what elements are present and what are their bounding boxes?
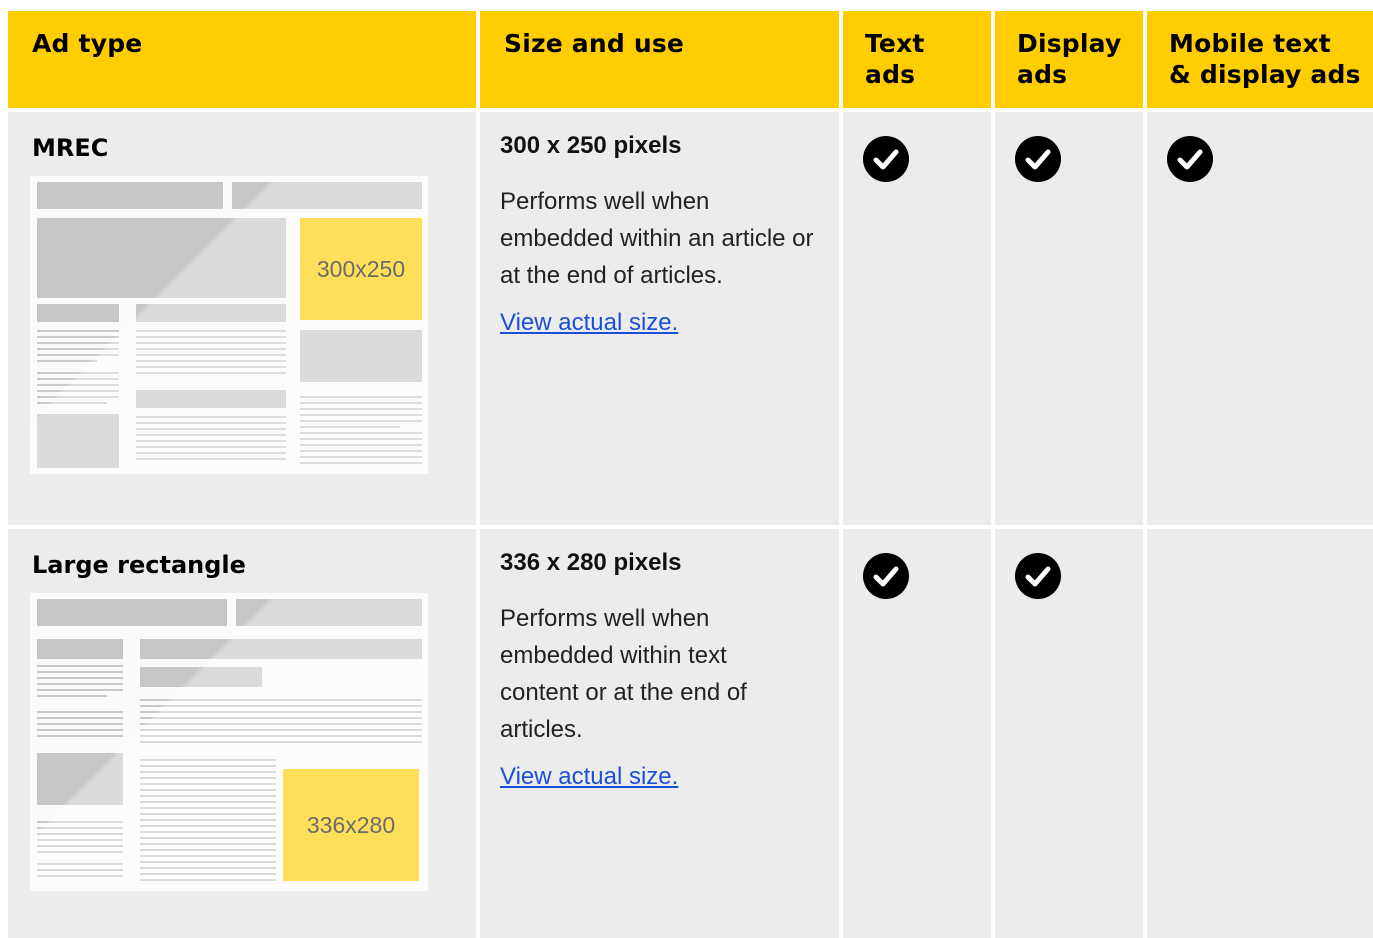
check-circle-icon <box>1015 553 1061 599</box>
check-circle-icon <box>863 136 909 182</box>
ad-type-cell-mrec: MREC 300x250 <box>8 112 476 525</box>
header-size-and-use: Size and use <box>480 11 839 108</box>
size-cell-mrec: 300 x 250 pixels Performs well when embe… <box>480 112 839 525</box>
ad-size-title: 336 x 280 pixels <box>500 549 682 576</box>
ad-description: Performs well when embedded within text … <box>500 605 747 743</box>
ad-types-table: Ad type Size and use Text ads Display ads … <box>8 11 1373 938</box>
ad-name: MREC <box>32 134 109 162</box>
display-ads-cell-mrec <box>995 112 1143 525</box>
ad-size-label: 300x250 <box>300 218 422 320</box>
ad-description: Performs well when embedded within an ar… <box>500 188 814 289</box>
header-display-ads: Display ads <box>995 11 1143 108</box>
header-mobile-ads: Mobile text & display ads <box>1147 11 1373 108</box>
view-actual-size-link[interactable]: View actual size. <box>500 763 678 791</box>
ad-size-label: 336x280 <box>283 769 419 881</box>
ad-type-cell-large-rectangle: Large rectangle 336x280 <box>8 529 476 938</box>
check-circle-icon <box>863 553 909 599</box>
mobile-ads-cell-large-rectangle <box>1147 529 1373 938</box>
text-ads-cell-large-rectangle <box>843 529 991 938</box>
display-ads-cell-large-rectangle <box>995 529 1143 938</box>
view-actual-size-link[interactable]: View actual size. <box>500 309 678 337</box>
check-circle-icon <box>1167 136 1213 182</box>
check-circle-icon <box>1015 136 1061 182</box>
mobile-ads-cell-mrec <box>1147 112 1373 525</box>
large-rectangle-layout-mockup: 336x280 <box>30 593 428 891</box>
text-ads-cell-mrec <box>843 112 991 525</box>
mrec-layout-mockup: 300x250 <box>30 176 428 474</box>
ad-name: Large rectangle <box>32 551 246 579</box>
size-cell-large-rectangle: 336 x 280 pixels Performs well when embe… <box>480 529 839 938</box>
ad-size-title: 300 x 250 pixels <box>500 132 682 159</box>
header-ad-type: Ad type <box>8 11 476 108</box>
header-text-ads: Text ads <box>843 11 991 108</box>
